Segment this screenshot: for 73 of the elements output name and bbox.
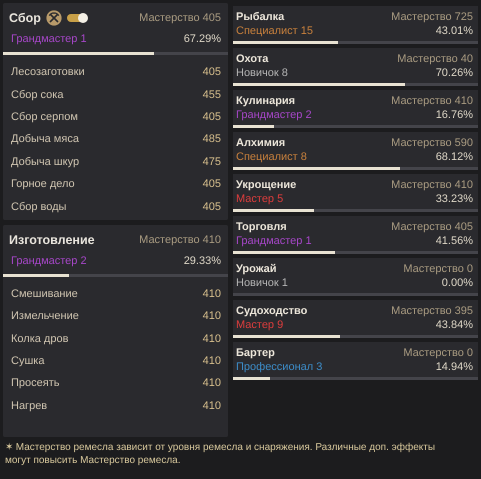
progress-percent: 43.01% [436,25,473,37]
subskill-value: 455 [202,88,221,101]
subskill-name: Нагрев [11,400,48,412]
rank-label: Грандмастер 1 [236,235,312,247]
mastery-value: Мастерство 410 [391,179,473,191]
rank-label: Мастер 5 [236,193,284,205]
mastery-value: Мастерство 405 [391,221,473,233]
subskill-name: Смешивание [11,288,78,300]
mastery-value: Мастерство 0 [403,347,473,359]
subskill-value: 405 [202,110,221,123]
subskill-value: 485 [202,133,221,146]
subskill-name: Сбор серпом [11,110,78,123]
rank-label: Грандмастер 2 [11,254,87,269]
skill-name: Укрощение [236,179,296,191]
progress-percent: 41.56% [436,235,473,247]
progress-percent: 67.29% [184,33,221,47]
skill-name: Алхимия [236,137,286,149]
footnote: ✶ Мастерство ремесла зависит от уровня ремесла и снаряжения. Различные доп. эффекты могут повысить Мастерство ремесла. [4,441,436,468]
skill-name: Рыбалка [236,11,284,23]
skill-name: Урожай [236,263,277,275]
subskill-value: 410 [202,288,221,300]
rank-label: Профессионал 3 [236,361,322,373]
mastery-value: Мастерство 590 [391,137,473,149]
subskill-value: 410 [202,377,221,390]
subskill-name: Просеять [11,377,60,390]
subskill-value: 410 [202,310,221,322]
progress-percent: 68.12% [436,151,473,163]
mastery-value: Мастерство 395 [391,305,473,317]
subskill-name: Добыча шкур [11,156,80,168]
subskill-name: Измельчение [11,310,79,322]
section-title: Изготовление [9,232,95,247]
progress-percent: 14.94% [436,361,473,373]
toggle-switch[interactable] [66,14,87,22]
progress-percent: 0.00% [442,277,473,289]
subskill-value: 405 [202,200,221,213]
progress-percent: 29.33% [184,254,221,269]
subskill-name: Сбор воды [11,200,66,213]
rank-label: Грандмастер 1 [11,33,87,47]
subskill-value: 475 [202,156,221,168]
subskill-name: Колка дров [11,332,68,345]
subskill-name: Сушка [11,355,44,368]
subskill-value: 410 [202,400,221,412]
mastery-value: Мастерство 725 [391,11,473,23]
subskill-value: 405 [202,66,221,78]
rank-label: Специалист 8 [236,151,307,163]
progress-percent: 16.76% [436,109,473,121]
subskill-value: 405 [202,178,221,190]
section-title: Сбор [9,11,41,25]
skill-name: Судоходство [236,305,308,317]
subskill-name: Лесозаготовки [11,66,85,78]
skill-name: Охота [236,53,268,65]
skill-name: Торговля [236,221,287,233]
rank-label: Новичок 1 [236,277,288,289]
subskill-name: Добыча мяса [11,133,79,146]
mastery-value: Мастерство 40 [397,53,473,65]
rank-label: Мастер 9 [236,319,284,331]
subskill-value: 410 [202,355,221,368]
mastery-value: Мастерство 410 [391,95,473,107]
skill-name: Бартер [236,347,275,359]
subskill-name: Горное дело [11,178,75,190]
mastery-value: Мастерство 410 [139,234,221,246]
skill-name: Кулинария [236,95,296,107]
mastery-value: Мастерство 0 [403,263,473,275]
rank-label: Новичок 8 [236,67,288,79]
rank-label: Грандмастер 2 [236,109,312,121]
mastery-value: Мастерство 405 [139,12,221,24]
rank-label: Специалист 15 [236,25,313,37]
subskill-value: 410 [202,332,221,345]
subskill-name: Сбор сока [11,88,64,101]
crossed-tools-icon [46,10,62,26]
progress-percent: 43.84% [436,319,473,331]
progress-percent: 33.23% [436,193,473,205]
progress-percent: 70.26% [436,67,473,79]
